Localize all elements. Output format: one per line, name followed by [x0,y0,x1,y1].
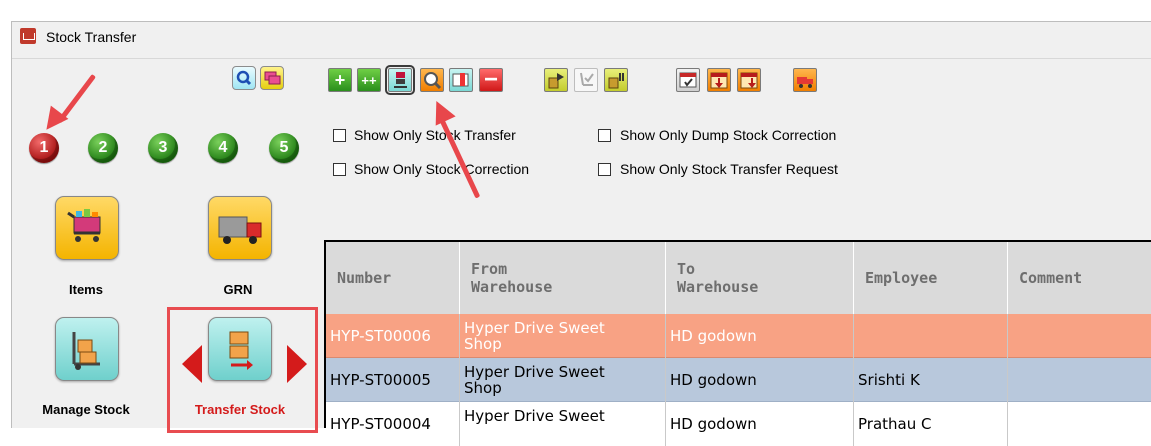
search-icon[interactable] [232,66,256,90]
number-header-text: Number [337,269,392,287]
window-left-margin [0,20,11,428]
row-comment [1008,402,1151,446]
column-header-from-warehouse[interactable]: From Warehouse [460,242,666,314]
shopping-cart-icon [67,209,101,242]
cart-app-icon [20,28,36,44]
show-only-stock-correction-checkbox[interactable] [333,163,346,176]
show-only-stock-transfer-request-label: Show Only Stock Transfer Request [620,161,838,177]
table-row[interactable]: HYP-ST00004 Hyper Drive Sweet HD godown … [326,402,1151,446]
prev-arrow-icon[interactable] [182,345,202,383]
table-row[interactable]: HYP-ST00005 Hyper Drive Sweet Shop HD god… [326,358,1151,402]
windows-switch-icon[interactable] [260,66,284,90]
show-only-stock-transfer-label: Show Only Stock Transfer [354,127,516,143]
row-employee: Srishti K [854,358,1008,402]
show-only-stock-transfer-request-checkbox[interactable] [598,163,611,176]
row-from-line-1: Hyper Drive Sweet [464,363,605,381]
window-title: Stock Transfer [46,29,137,45]
next-arrow-icon[interactable] [287,345,307,383]
show-only-dump-stock-correction-label: Show Only Dump Stock Correction [620,127,837,143]
plus-glyph: + [334,70,346,90]
row-from-line-1: Hyper Drive Sweet [464,319,605,337]
column-header-number[interactable]: Number [326,242,460,314]
row-from-line-2: Shop [464,379,502,397]
transfer-stock-button[interactable] [208,317,272,381]
page-1-button[interactable]: 1 [29,133,59,163]
column-header-comment[interactable]: Comment [1008,242,1151,314]
add-icon[interactable]: + [328,68,352,92]
page-1-label: 1 [39,139,49,156]
page-2-label: 2 [98,139,108,156]
items-label: Items [69,282,103,297]
row-to-warehouse: HD godown [666,358,854,402]
page-5-label: 5 [279,139,289,156]
row-comment [1008,358,1151,402]
import-icon[interactable] [449,68,473,92]
show-only-stock-transfer-checkbox[interactable] [333,129,346,142]
to-header-line: To [677,260,696,278]
page-2-button[interactable]: 2 [88,133,118,163]
row-number: HYP-ST00005 [326,358,460,402]
show-only-stock-correction-label: Show Only Stock Correction [354,161,530,177]
row-comment [1008,314,1151,358]
row-from-warehouse: Hyper Drive Sweet [460,402,666,446]
grid-border-top [324,240,1151,242]
employee-header-text: Employee [865,269,938,287]
to-warehouse-header-line: Warehouse [677,278,759,296]
from-header-line: From [471,260,508,278]
page-4-button[interactable]: 4 [208,133,238,163]
column-header-employee[interactable]: Employee [854,242,1008,314]
title-divider [12,58,1151,59]
transfer-stock-label: Transfer Stock [194,402,286,417]
grn-button[interactable] [208,196,272,260]
transfer-stock-icon[interactable] [385,65,415,95]
items-button[interactable] [55,196,119,260]
receive-icon[interactable] [574,68,598,92]
delete-icon[interactable]: − [479,68,503,92]
row-employee: Prathau C [854,402,1008,446]
window-border-left [11,21,12,428]
delivery-truck-icon [218,216,262,244]
page-3-button[interactable]: 3 [148,133,178,163]
plus-plus-glyph: ++ [361,72,377,88]
show-only-dump-stock-correction-checkbox[interactable] [598,129,611,142]
window-top-margin [0,0,1151,20]
truck-icon[interactable] [793,68,817,92]
page-5-button[interactable]: 5 [269,133,299,163]
minus-glyph: − [483,66,498,93]
from-warehouse-header-line: Warehouse [471,278,553,296]
row-from-line-2: Shop [464,335,502,353]
column-header-to-warehouse[interactable]: To Warehouse [666,242,854,314]
hand-trolley-icon [72,332,100,370]
send-icon[interactable] [544,68,568,92]
grid-border-left [324,240,326,428]
transfer-boxes-icon [229,331,253,370]
manage-stock-label: Manage Stock [42,402,130,417]
grn-label: GRN [223,282,253,297]
row-employee [854,314,1008,358]
from-warehouse-header-text: From Warehouse [471,260,552,296]
add-multiple-icon[interactable]: ++ [357,68,381,92]
window-border-top [11,21,1151,22]
export-all-icon[interactable] [737,68,761,92]
check-list-icon[interactable] [676,68,700,92]
page-4-label: 4 [218,139,228,156]
row-from-warehouse: Hyper Drive Sweet Shop [460,314,666,358]
row-number: HYP-ST00006 [326,314,460,358]
search-icon[interactable] [420,68,444,92]
comment-header-text: Comment [1019,269,1083,287]
row-from-warehouse: Hyper Drive Sweet Shop [460,358,666,402]
row-to-warehouse: HD godown [666,402,854,446]
manage-stock-button[interactable] [55,317,119,381]
to-warehouse-header-text: To Warehouse [677,260,758,296]
row-number: HYP-ST00004 [326,402,460,446]
page-3-label: 3 [158,139,168,156]
export-down-icon[interactable] [707,68,731,92]
row-to-warehouse: HD godown [666,314,854,358]
return-icon[interactable] [604,68,628,92]
table-row[interactable]: HYP-ST00006 Hyper Drive Sweet Shop HD god… [326,314,1151,358]
